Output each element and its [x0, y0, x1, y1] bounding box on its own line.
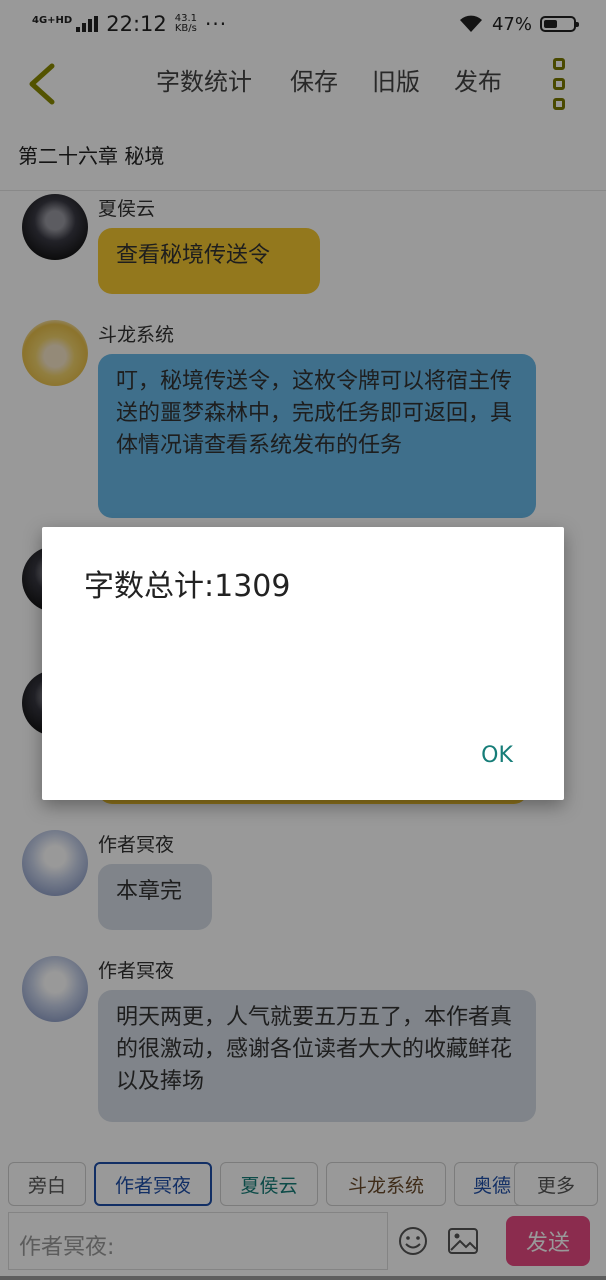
word-count-dialog: 字数总计:1309 OK [42, 527, 564, 800]
ok-button[interactable]: OK [462, 735, 532, 775]
dialog-message: 字数总计:1309 [84, 569, 291, 604]
